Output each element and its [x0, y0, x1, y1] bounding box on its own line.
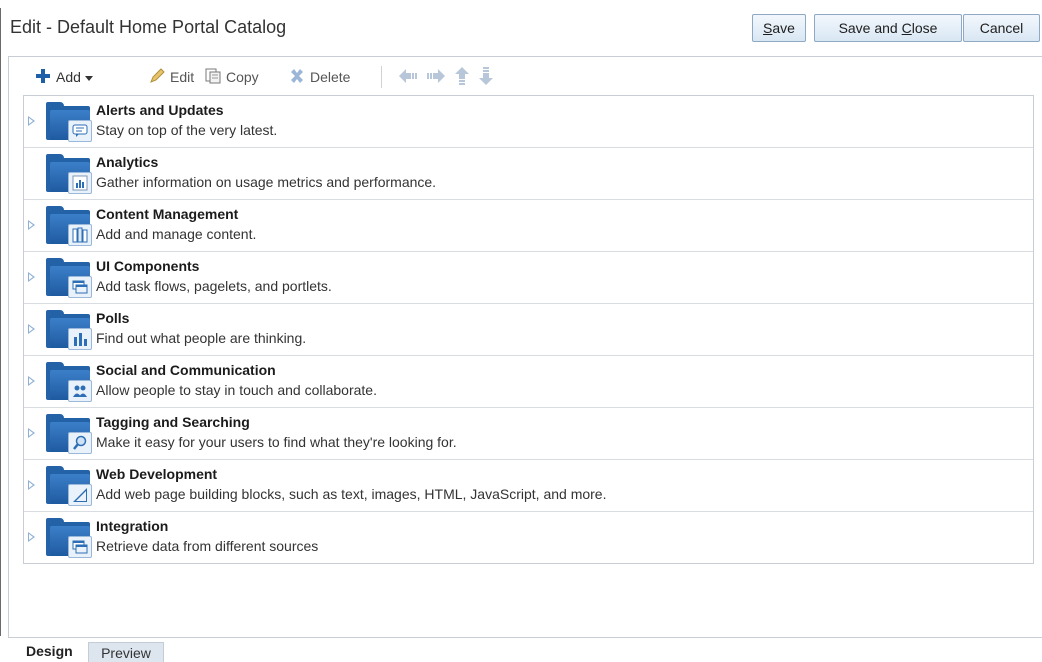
edit-button[interactable]: Edit — [149, 67, 195, 87]
folder-icon — [46, 206, 94, 246]
list-item[interactable]: Alerts and Updates Stay on top of the ve… — [24, 96, 1033, 148]
copy-button[interactable]: Copy — [205, 68, 259, 86]
catalog-panel: Add Edit Copy Delete Alerts and Updates … — [8, 56, 1042, 638]
item-title: Tagging and Searching — [96, 414, 250, 430]
list-item[interactable]: Social and Communication Allow people to… — [24, 356, 1033, 408]
expand-arrow-icon[interactable] — [28, 376, 35, 386]
item-description: Add task flows, pagelets, and portlets. — [96, 278, 332, 294]
chat-bubble-icon — [68, 120, 92, 142]
item-description: Add web page building blocks, such as te… — [96, 486, 607, 502]
item-description: Stay on top of the very latest. — [96, 122, 278, 138]
item-title: Social and Communication — [96, 362, 276, 378]
folder-icon — [46, 102, 94, 142]
save-close-label-prefix: Save and — [838, 20, 902, 36]
expand-arrow-icon[interactable] — [28, 480, 35, 490]
delete-button[interactable]: Delete — [289, 68, 350, 86]
item-title: Content Management — [96, 206, 239, 222]
tab-design[interactable]: Design — [18, 640, 84, 662]
magnifier-icon — [68, 432, 92, 454]
delete-label: Delete — [310, 69, 351, 85]
expand-arrow-icon[interactable] — [28, 428, 35, 438]
expand-arrow-icon[interactable] — [28, 272, 35, 282]
move-down-icon[interactable] — [479, 66, 493, 88]
item-title: Polls — [96, 310, 130, 326]
catalog-toolbar: Add Edit Copy Delete — [9, 57, 1042, 95]
item-description: Allow people to stay in touch and collab… — [96, 382, 377, 398]
list-item[interactable]: Web Development Add web page building bl… — [24, 460, 1033, 512]
list-item[interactable]: Polls Find out what people are thinking. — [24, 304, 1033, 356]
bar-chart-icon — [68, 328, 92, 350]
save-mnemonic: S — [763, 20, 773, 36]
cancel-button[interactable]: Cancel — [963, 14, 1040, 42]
page-title: Edit - Default Home Portal Catalog — [10, 17, 287, 37]
expand-arrow-icon[interactable] — [28, 324, 35, 334]
move-up-icon[interactable] — [455, 66, 469, 88]
copy-icon — [205, 68, 221, 87]
folder-icon — [46, 310, 94, 350]
save-button[interactable]: Save — [752, 14, 806, 42]
folder-icon — [46, 362, 94, 402]
add-menu-button[interactable]: Add — [35, 68, 93, 86]
folder-icon — [46, 466, 94, 506]
windows-icon — [68, 276, 92, 298]
list-item[interactable]: Integration Retrieve data from different… — [24, 512, 1033, 564]
expand-arrow-icon[interactable] — [28, 532, 35, 542]
save-close-mnemonic: C — [901, 20, 912, 36]
pencil-icon — [149, 67, 165, 87]
folder-icon — [46, 518, 94, 558]
item-description: Add and manage content. — [96, 226, 257, 242]
chevron-down-icon — [84, 69, 93, 85]
window-frame-left — [0, 8, 1, 636]
report-icon — [68, 172, 92, 194]
move-right-icon[interactable] — [427, 68, 445, 86]
list-item[interactable]: UI Components Add task flows, pagelets, … — [24, 252, 1033, 304]
item-title: Analytics — [96, 154, 159, 170]
add-label: Add — [56, 69, 81, 85]
folder-icon — [46, 258, 94, 298]
people-icon — [68, 380, 92, 402]
save-label-rest: ave — [772, 20, 795, 36]
list-item[interactable]: Tagging and Searching Make it easy for y… — [24, 408, 1033, 460]
windows-icon — [68, 536, 92, 558]
item-title: Integration — [96, 518, 169, 534]
item-description: Find out what people are thinking. — [96, 330, 307, 346]
item-description: Make it easy for your users to find what… — [96, 434, 457, 450]
item-description: Gather information on usage metrics and … — [96, 174, 437, 190]
delete-x-icon — [289, 68, 305, 87]
folder-icon — [46, 154, 94, 194]
move-controls — [399, 66, 493, 88]
item-title: UI Components — [96, 258, 200, 274]
pen-icon — [68, 484, 92, 506]
list-item[interactable]: Content Management Add and manage conten… — [24, 200, 1033, 252]
item-title: Alerts and Updates — [96, 102, 224, 118]
move-left-icon[interactable] — [399, 68, 417, 86]
catalog-list: Alerts and Updates Stay on top of the ve… — [23, 95, 1034, 564]
copy-label: Copy — [226, 69, 259, 85]
list-item[interactable]: Analytics Gather information on usage me… — [24, 148, 1033, 200]
header-bar: Edit - Default Home Portal Catalog Save … — [8, 14, 1042, 46]
plus-icon — [35, 68, 51, 87]
item-title: Web Development — [96, 466, 218, 482]
folder-icon — [46, 414, 94, 454]
edit-label: Edit — [170, 69, 195, 85]
save-and-close-button[interactable]: Save and Close — [814, 14, 962, 42]
expand-arrow-icon[interactable] — [28, 220, 35, 230]
documents-icon — [68, 224, 92, 246]
toolbar-divider — [381, 66, 382, 88]
tab-preview[interactable]: Preview — [88, 642, 164, 662]
expand-arrow-icon[interactable] — [28, 116, 35, 126]
item-description: Retrieve data from different sources — [96, 538, 319, 554]
save-close-label-rest: lose — [911, 20, 938, 36]
